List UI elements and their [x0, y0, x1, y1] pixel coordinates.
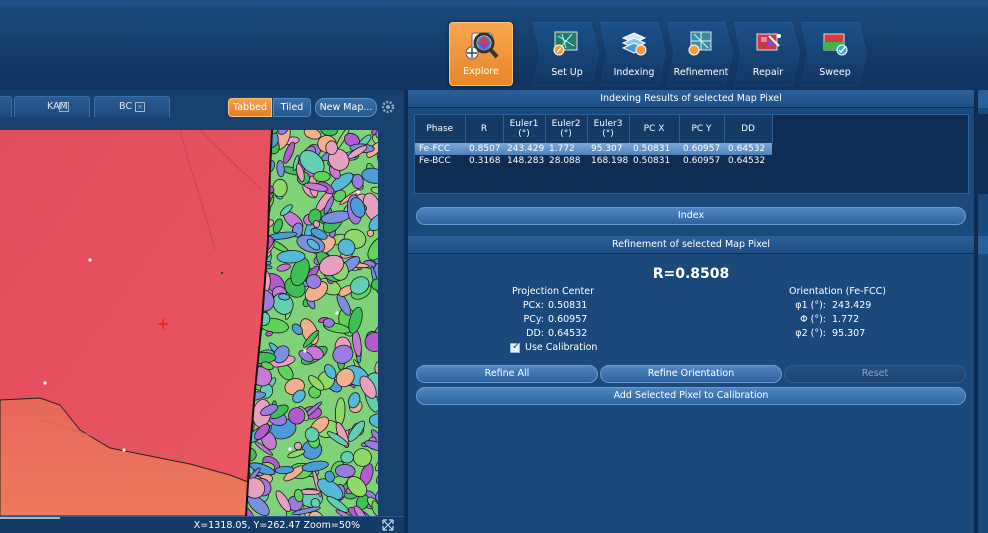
tabbed-button[interactable]: Tabbed	[228, 98, 272, 117]
table-cell: 168.198	[591, 156, 629, 166]
tab-kam[interactable]: KAM ×	[14, 96, 90, 117]
table-cell: 0.64532	[728, 156, 766, 166]
app-window: Explore Set Up Indexing Refinement Repai…	[0, 0, 988, 533]
use-calibration-label: Use Calibration	[525, 342, 598, 353]
phi2-key: φ2 (°):	[795, 328, 826, 339]
table-cell: 0.60957	[683, 156, 721, 166]
refine-all-button[interactable]: Refine All	[416, 365, 598, 383]
table-cell: Fe-FCC	[415, 143, 465, 155]
column-header[interactable]: Phase	[415, 115, 466, 143]
close-icon[interactable]: ×	[135, 102, 145, 112]
refinement-header: Refinement of selected Map Pixel	[408, 236, 974, 254]
results-panel: Indexing Results of selected Map Pixel P…	[408, 90, 974, 533]
step-sweep[interactable]: Sweep	[801, 22, 867, 86]
step-repair-label: Repair	[752, 67, 784, 78]
table-row[interactable]: Fe-FCC 0.8507 243.429 1.772 95.307 0.50831 0.6…	[415, 143, 772, 155]
indexing-icon	[621, 32, 647, 56]
column-header[interactable]: PC X	[629, 115, 680, 143]
table-cell: 0.50831	[633, 156, 671, 166]
orientation-map[interactable]	[0, 130, 378, 516]
tab-bc[interactable]: BC ×	[94, 96, 170, 117]
side-panel-edge	[978, 90, 988, 533]
table-row[interactable]: Fe-BCC 0.3168 148.283 28.088 168.198 0.50831 0…	[415, 155, 772, 167]
column-header-unit: (°)	[518, 129, 530, 139]
phi-value: 1.772	[832, 314, 860, 325]
table-cell: 0.50831	[629, 143, 679, 155]
table-cell: 148.283	[507, 156, 545, 166]
expand-icon[interactable]	[382, 519, 394, 531]
refine-orientation-button[interactable]: Refine Orientation	[600, 365, 782, 383]
column-header-label: R	[480, 124, 488, 134]
pcx-value: 0.50831	[548, 300, 588, 311]
setup-icon	[553, 31, 578, 56]
column-header-label: Phase	[426, 124, 454, 134]
table-cell: 95.307	[587, 143, 629, 155]
table-cell: 0.64532	[724, 143, 772, 155]
indexing-results-header: Indexing Results of selected Map Pixel	[408, 90, 974, 108]
step-indexing-label: Indexing	[613, 67, 655, 78]
pcy-key: PCy:	[523, 314, 545, 325]
refined-r-value: R=0.8508	[652, 266, 730, 282]
cursor-coordinates: X=1318.05, Y=262.47 Zoom=50%	[193, 520, 360, 531]
table-cell: Fe-BCC	[419, 156, 451, 166]
column-header-label: Euler1	[509, 119, 539, 129]
tab-bc-label: BC	[119, 101, 132, 112]
table-cell: 28.088	[549, 156, 581, 166]
indexing-results-table[interactable]: Phase R Euler1 (°) Euler2 (°) Euler3 (°) PC X PC …	[414, 114, 969, 194]
column-header-unit: (°)	[602, 129, 614, 139]
table-cell: 0.8507	[465, 143, 503, 155]
phi1-key: φ1 (°):	[795, 300, 826, 311]
column-header[interactable]: R	[465, 115, 504, 143]
table-cell: 0.60957	[679, 143, 724, 155]
repair-icon	[756, 33, 781, 51]
dd-value: 0.64532	[548, 328, 588, 339]
column-header-label: Euler3	[593, 119, 623, 129]
add-to-calibration-button[interactable]: Add Selected Pixel to Calibration	[416, 387, 966, 405]
use-calibration-checkbox[interactable]: ✓	[510, 341, 520, 353]
step-setup[interactable]: Set Up	[533, 22, 599, 86]
close-icon[interactable]: ×	[59, 102, 69, 112]
step-refinement[interactable]: Refinement	[667, 22, 733, 86]
orientation-title: Orientation (Fe-FCC)	[789, 286, 887, 297]
projection-center-title: Projection Center	[512, 286, 594, 297]
pcy-value: 0.60957	[548, 314, 588, 325]
column-header[interactable]: Euler2 (°)	[545, 115, 588, 143]
sweep-icon	[823, 33, 848, 56]
explore-button[interactable]: Explore	[449, 22, 513, 86]
gear-icon[interactable]	[381, 100, 395, 114]
pcx-key: PCx:	[522, 300, 544, 311]
column-header-label: Euler2	[551, 119, 581, 129]
map-panel: KAM × BC × Tabbed Tiled New Map... X=131…	[0, 90, 404, 533]
column-header[interactable]: PC Y	[679, 115, 725, 143]
explore-label: Explore	[463, 66, 499, 77]
column-header[interactable]: Euler3 (°)	[587, 115, 630, 143]
step-sweep-label: Sweep	[819, 67, 851, 78]
phi1-value: 243.429	[832, 300, 872, 311]
column-header-unit: (°)	[560, 129, 572, 139]
phi2-value: 95.307	[832, 328, 866, 339]
phi-key: Φ (°):	[800, 314, 826, 325]
step-setup-label: Set Up	[551, 67, 583, 78]
workflow-toolbar: Explore Set Up Indexing Refinement Repai…	[0, 0, 988, 96]
index-button[interactable]: Index	[416, 207, 966, 225]
tiled-button[interactable]: Tiled	[273, 98, 311, 117]
table-cell: 0.3168	[469, 156, 501, 166]
step-repair[interactable]: Repair	[734, 22, 800, 86]
reset-button[interactable]: Reset	[784, 365, 966, 383]
table-cell: 243.429	[503, 143, 545, 155]
column-header-label: PC Y	[691, 124, 712, 134]
table-cell: 1.772	[545, 143, 587, 155]
tab-partial[interactable]	[0, 96, 12, 117]
refinement-icon	[688, 31, 712, 56]
column-header[interactable]: DD	[724, 115, 773, 143]
step-refinement-label: Refinement	[673, 67, 729, 78]
column-header-label: PC X	[643, 124, 665, 134]
column-header-label: DD	[741, 124, 755, 134]
dd-key: DD:	[526, 328, 544, 339]
column-header[interactable]: Euler1 (°)	[503, 115, 546, 143]
explore-icon	[465, 32, 499, 60]
step-indexing[interactable]: Indexing	[600, 22, 666, 86]
status-bar: X=1318.05, Y=262.47 Zoom=50%	[0, 516, 404, 533]
new-map-button[interactable]: New Map...	[315, 98, 377, 117]
